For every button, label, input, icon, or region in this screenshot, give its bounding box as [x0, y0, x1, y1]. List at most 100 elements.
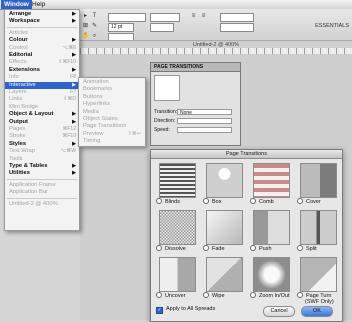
submenu-arrow-icon: ▶: [72, 18, 76, 25]
radio-button[interactable]: [156, 292, 162, 298]
transition-option-cover[interactable]: Cover: [295, 163, 339, 208]
menu-shortcut: ⌥⌘W: [60, 148, 76, 155]
transition-thumbnail[interactable]: [159, 210, 196, 245]
radio-button[interactable]: [203, 292, 209, 298]
menu-separator: [7, 179, 77, 181]
menu-item-type-tables[interactable]: Type & Tables ▶: [5, 163, 79, 170]
direction-select[interactable]: [177, 118, 232, 124]
workspace-switcher[interactable]: ESSENTIALS: [315, 23, 349, 29]
menu-shortcut: ⇧⌘F10: [58, 59, 76, 66]
radio-button[interactable]: [297, 245, 303, 251]
menu-item-label: Tools: [9, 155, 23, 162]
transition-option-split[interactable]: Split: [295, 210, 339, 255]
transition-thumbnail[interactable]: [253, 163, 290, 198]
transition-preview: [154, 75, 180, 101]
radio-button[interactable]: [297, 292, 303, 298]
font-size-field[interactable]: 12 pt: [108, 23, 134, 32]
transition-thumbnail[interactable]: [300, 257, 337, 292]
transition-thumbnail[interactable]: [159, 163, 196, 198]
menu-item-control: Control ⌥⌘6: [5, 45, 79, 52]
baseline-field[interactable]: [220, 23, 254, 32]
menu-item-label: Utilities: [9, 170, 30, 177]
transition-thumbnail[interactable]: [253, 257, 290, 292]
radio-button[interactable]: [203, 198, 209, 204]
menu-item-label: Stroke: [9, 133, 26, 140]
panel-title: PAGE TRANSITIONS: [151, 63, 240, 72]
transition-option-wipe[interactable]: Wipe: [201, 257, 245, 302]
speed-select[interactable]: [177, 127, 232, 133]
selection-tool-icon[interactable]: ▸: [82, 13, 89, 20]
menu-item-object-layout[interactable]: Object & Layout ▶: [5, 111, 79, 118]
transition-option-uncover[interactable]: Uncover: [154, 257, 198, 302]
menu-item-label: Arrange: [9, 11, 32, 17]
menu-help[interactable]: Help: [29, 0, 48, 9]
transition-thumbnail[interactable]: [159, 257, 196, 292]
dialog-title: Page Transitions: [151, 150, 342, 159]
page-transitions-panel: PAGE TRANSITIONS Transition: None Direct…: [150, 62, 241, 146]
align-center-icon[interactable]: ≡: [200, 13, 207, 20]
menu-item-pages: Pages ⌘F12: [5, 126, 79, 133]
menu-item-output[interactable]: Output ▶: [5, 119, 79, 126]
transition-select[interactable]: None: [177, 109, 232, 116]
radio-button[interactable]: [156, 198, 162, 204]
menu-item-info: Info F8: [5, 74, 79, 81]
align-left-icon[interactable]: ≡: [190, 13, 197, 20]
text-tool-icon[interactable]: T: [91, 13, 98, 20]
font-style-field[interactable]: [150, 13, 180, 22]
menu-item-tools: Tools: [5, 156, 79, 163]
interactive-submenu: Animation Bookmarks Buttons Hyperlinks Media…: [78, 77, 146, 147]
apply-to-all-spreads-checkbox[interactable]: ✓ Apply to All Spreads: [156, 306, 215, 314]
transition-option-box[interactable]: Box: [201, 163, 245, 208]
transition-option-fade[interactable]: Fade: [201, 210, 245, 255]
menu-item-label: Pages: [9, 126, 26, 132]
font-family-field[interactable]: [108, 13, 146, 22]
ok-button[interactable]: OK: [301, 306, 333, 317]
menu-item-interactive[interactable]: Interactive ▶: [5, 81, 79, 89]
transition-name: Comb: [259, 199, 274, 205]
tracking-field[interactable]: [150, 23, 174, 32]
transition-option-push[interactable]: Push: [248, 210, 292, 255]
transition-option-comb[interactable]: Comb: [248, 163, 292, 208]
transition-thumbnail[interactable]: [253, 210, 290, 245]
transition-option-page-turn[interactable]: Page Turn (SWF Only): [295, 257, 341, 305]
hand-tool-icon[interactable]: ✋: [82, 33, 89, 40]
menu-item-layers: Layers F7: [5, 89, 79, 96]
menu-window[interactable]: Window: [1, 0, 32, 9]
radio-button[interactable]: [250, 245, 256, 251]
menu-item-editorial[interactable]: Editorial ▶: [5, 52, 79, 59]
submenu-item-bookmarks: Bookmarks: [83, 86, 112, 93]
transition-label: Page Turn (SWF Only): [297, 292, 341, 305]
transition-name: Fade: [212, 246, 225, 252]
zoom-tool-icon[interactable]: ⌕: [91, 33, 98, 40]
transition-thumbnail[interactable]: [206, 257, 243, 292]
menu-item-utilities[interactable]: Utilities ▶: [5, 170, 79, 177]
menu-item-label: Articles: [9, 29, 29, 36]
transition-thumbnail[interactable]: [300, 210, 337, 245]
cancel-button[interactable]: Cancel: [263, 306, 295, 317]
menu-item-label: Control: [9, 44, 28, 51]
menu-item-colour[interactable]: Colour ▶: [5, 37, 79, 44]
menu-item-styles[interactable]: Styles ▶: [5, 141, 79, 148]
window-menu: Arrange ▶ Workspace ▶ Articles Colour ▶ Control…: [4, 9, 80, 231]
transition-thumbnail[interactable]: [206, 210, 243, 245]
menu-item-arrange[interactable]: Arrange ▶: [5, 11, 79, 18]
radio-button[interactable]: [250, 198, 256, 204]
zoom-field[interactable]: [220, 13, 254, 22]
pen-tool-icon[interactable]: ✎: [91, 23, 98, 30]
transition-thumbnail[interactable]: [300, 163, 337, 198]
transition-option-blinds[interactable]: Blinds: [154, 163, 198, 208]
frame-tool-icon[interactable]: ⊠: [82, 23, 89, 30]
menu-item-label: Workspace: [9, 18, 40, 25]
menu-item-label: Effects: [9, 59, 27, 66]
radio-button[interactable]: [156, 245, 162, 251]
radio-button[interactable]: [297, 198, 303, 204]
menu-item-links: Links ⇧⌘D: [5, 96, 79, 103]
radio-button[interactable]: [250, 292, 256, 298]
transition-thumbnail[interactable]: [206, 163, 243, 198]
menu-item-extensions[interactable]: Extensions ▶: [5, 67, 79, 74]
transition-option-dissolve[interactable]: Dissolve: [154, 210, 198, 255]
transition-label: Wipe: [203, 292, 247, 299]
radio-button[interactable]: [203, 245, 209, 251]
menu-item-workspace[interactable]: Workspace ▶: [5, 18, 79, 25]
transition-option-zoom-in-out[interactable]: Zoom In/Out: [248, 257, 292, 302]
